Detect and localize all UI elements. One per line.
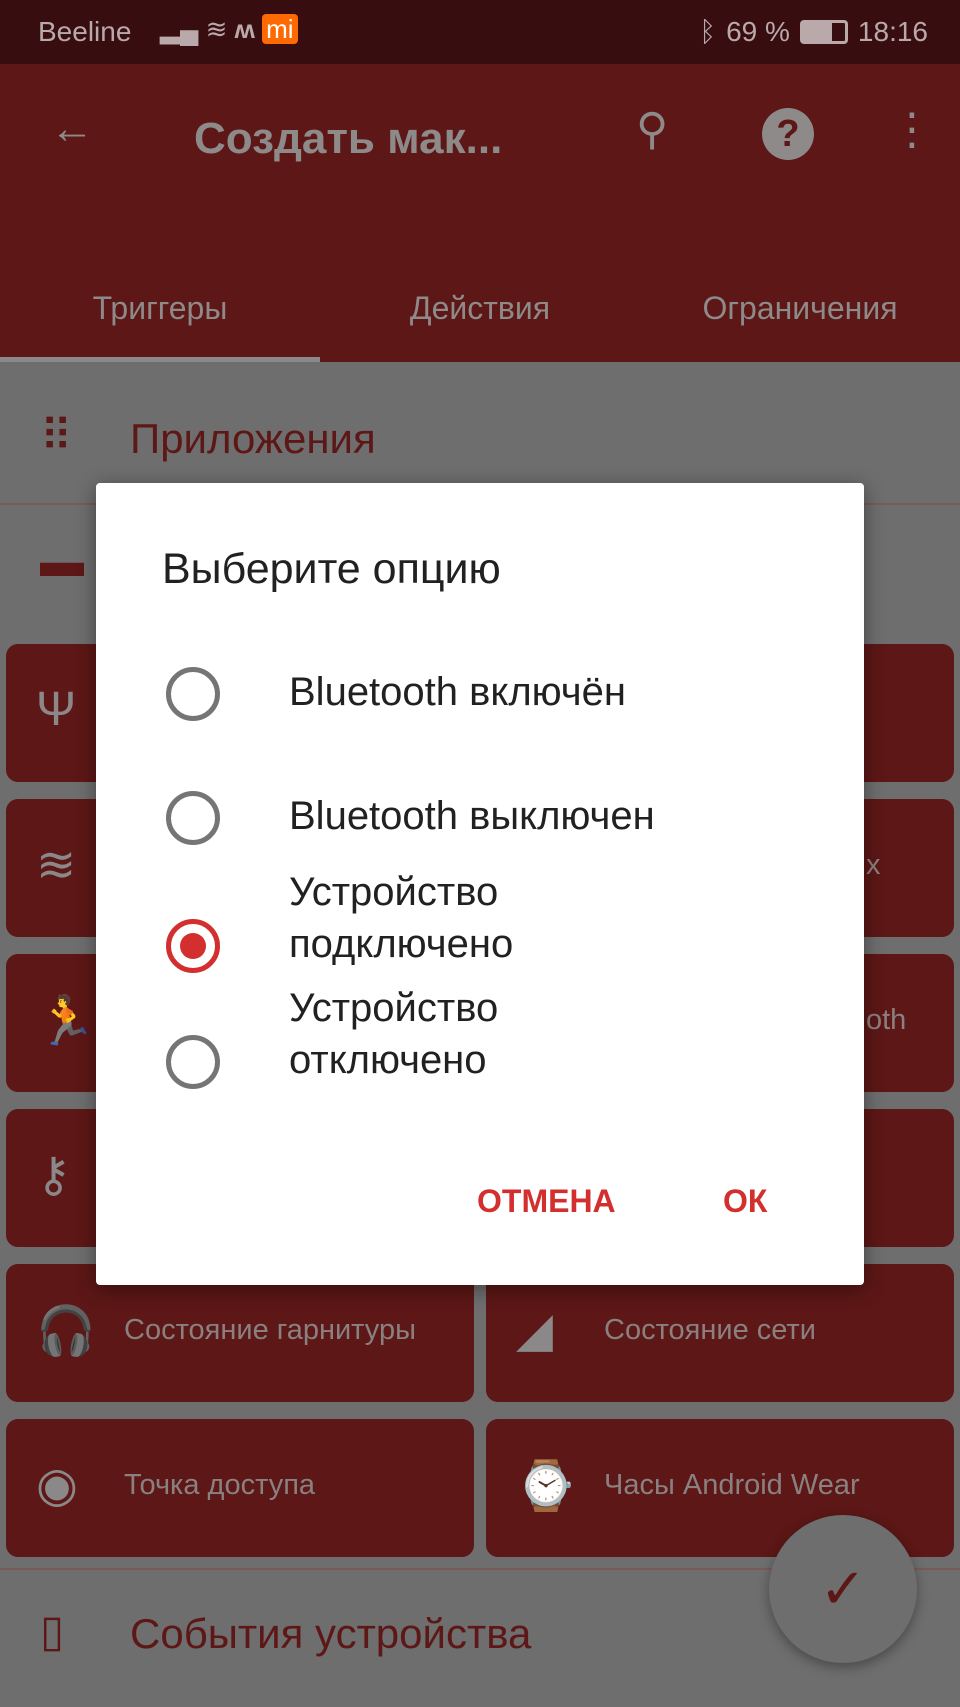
radio-button[interactable] [166,667,220,721]
battery-percent: 69 % [726,16,790,47]
radio-button[interactable] [166,1035,220,1089]
watch-icon: ⌚ [516,1460,576,1513]
help-icon[interactable]: ? [762,108,814,160]
tile-label: Точка доступа [124,1469,316,1501]
battery-icon [799,20,848,44]
dialog-title: Выберите опцию [162,545,501,593]
clock: 18:16 [857,16,928,47]
radio-button-selected[interactable] [166,919,220,973]
tile-label: Часы Android Wear [604,1469,860,1501]
tab-bar: Триггеры Действия Ограничения [0,264,960,362]
usb-icon: Ψ [36,683,77,736]
key-icon: ⚷ [36,1149,72,1202]
confirm-fab[interactable]: ✓ [769,1515,917,1663]
check-icon: ✓ [819,1557,867,1620]
option-bt-on[interactable]: Bluetooth включён [96,631,864,751]
more-vert-icon[interactable]: ⋮ [890,104,934,155]
tab-triggers[interactable]: Триггеры [0,264,320,362]
tile-label: х [866,849,881,881]
router-icon: ▬ [40,537,84,586]
phone-icon: ▯ [40,1607,65,1656]
tile-label: Состояние сети [604,1314,816,1346]
section-title: События устройства [130,1610,532,1657]
ok-button[interactable]: ОК [723,1183,767,1220]
wifi-icon: ≋ [36,839,77,892]
tab-constraints[interactable]: Ограничения [640,264,960,362]
headset-icon: 🎧 [36,1305,96,1358]
running-icon: 🏃 [36,995,96,1048]
tile-label: oth [866,1004,907,1036]
apps-grid-icon: ⠿ [40,412,73,461]
signal-icon: ◢ [516,1304,553,1357]
carrier: Beeline [38,16,132,47]
search-icon[interactable]: ⚲ [636,104,668,155]
option-bt-off[interactable]: Bluetooth выключен [96,755,864,875]
tab-indicator [0,357,320,362]
signal-wifi-icons: ▂▄ ≋ ʍ mi [160,14,298,45]
option-label: Устройство [289,986,499,1030]
section-title: Приложения [130,415,376,462]
option-label-line2: отключено [289,1038,487,1082]
app-bar: ← Создать мак... ⚲ ? ⋮ Триггеры Действия… [0,64,960,362]
mi-app-icon: mi [262,14,298,44]
option-device-disconnected[interactable]: Устройство отключено [96,986,864,1159]
option-label: Bluetooth выключен [289,794,655,838]
cancel-button[interactable]: ОТМЕНА [477,1183,616,1220]
radio-button[interactable] [166,791,220,845]
option-label: Устройство [289,870,499,914]
status-bar: Beeline ▂▄ ≋ ʍ mi ᛒ 69 % 18:16 [0,0,960,64]
option-dialog: Выберите опцию Bluetooth включён Bluetoo… [96,483,864,1285]
tile-hotspot[interactable]: ◉ Точка доступа [6,1419,474,1557]
option-label-line2: подключено [289,922,514,966]
tile-label: Состояние гарнитуры [124,1314,416,1346]
page-title: Создать мак... [194,114,503,163]
option-label: Bluetooth включён [289,670,626,714]
hotspot-icon: ◉ [36,1459,78,1512]
back-arrow-icon[interactable]: ← [50,104,94,154]
bluetooth-icon: ᛒ [699,16,717,47]
tab-actions[interactable]: Действия [320,264,640,362]
